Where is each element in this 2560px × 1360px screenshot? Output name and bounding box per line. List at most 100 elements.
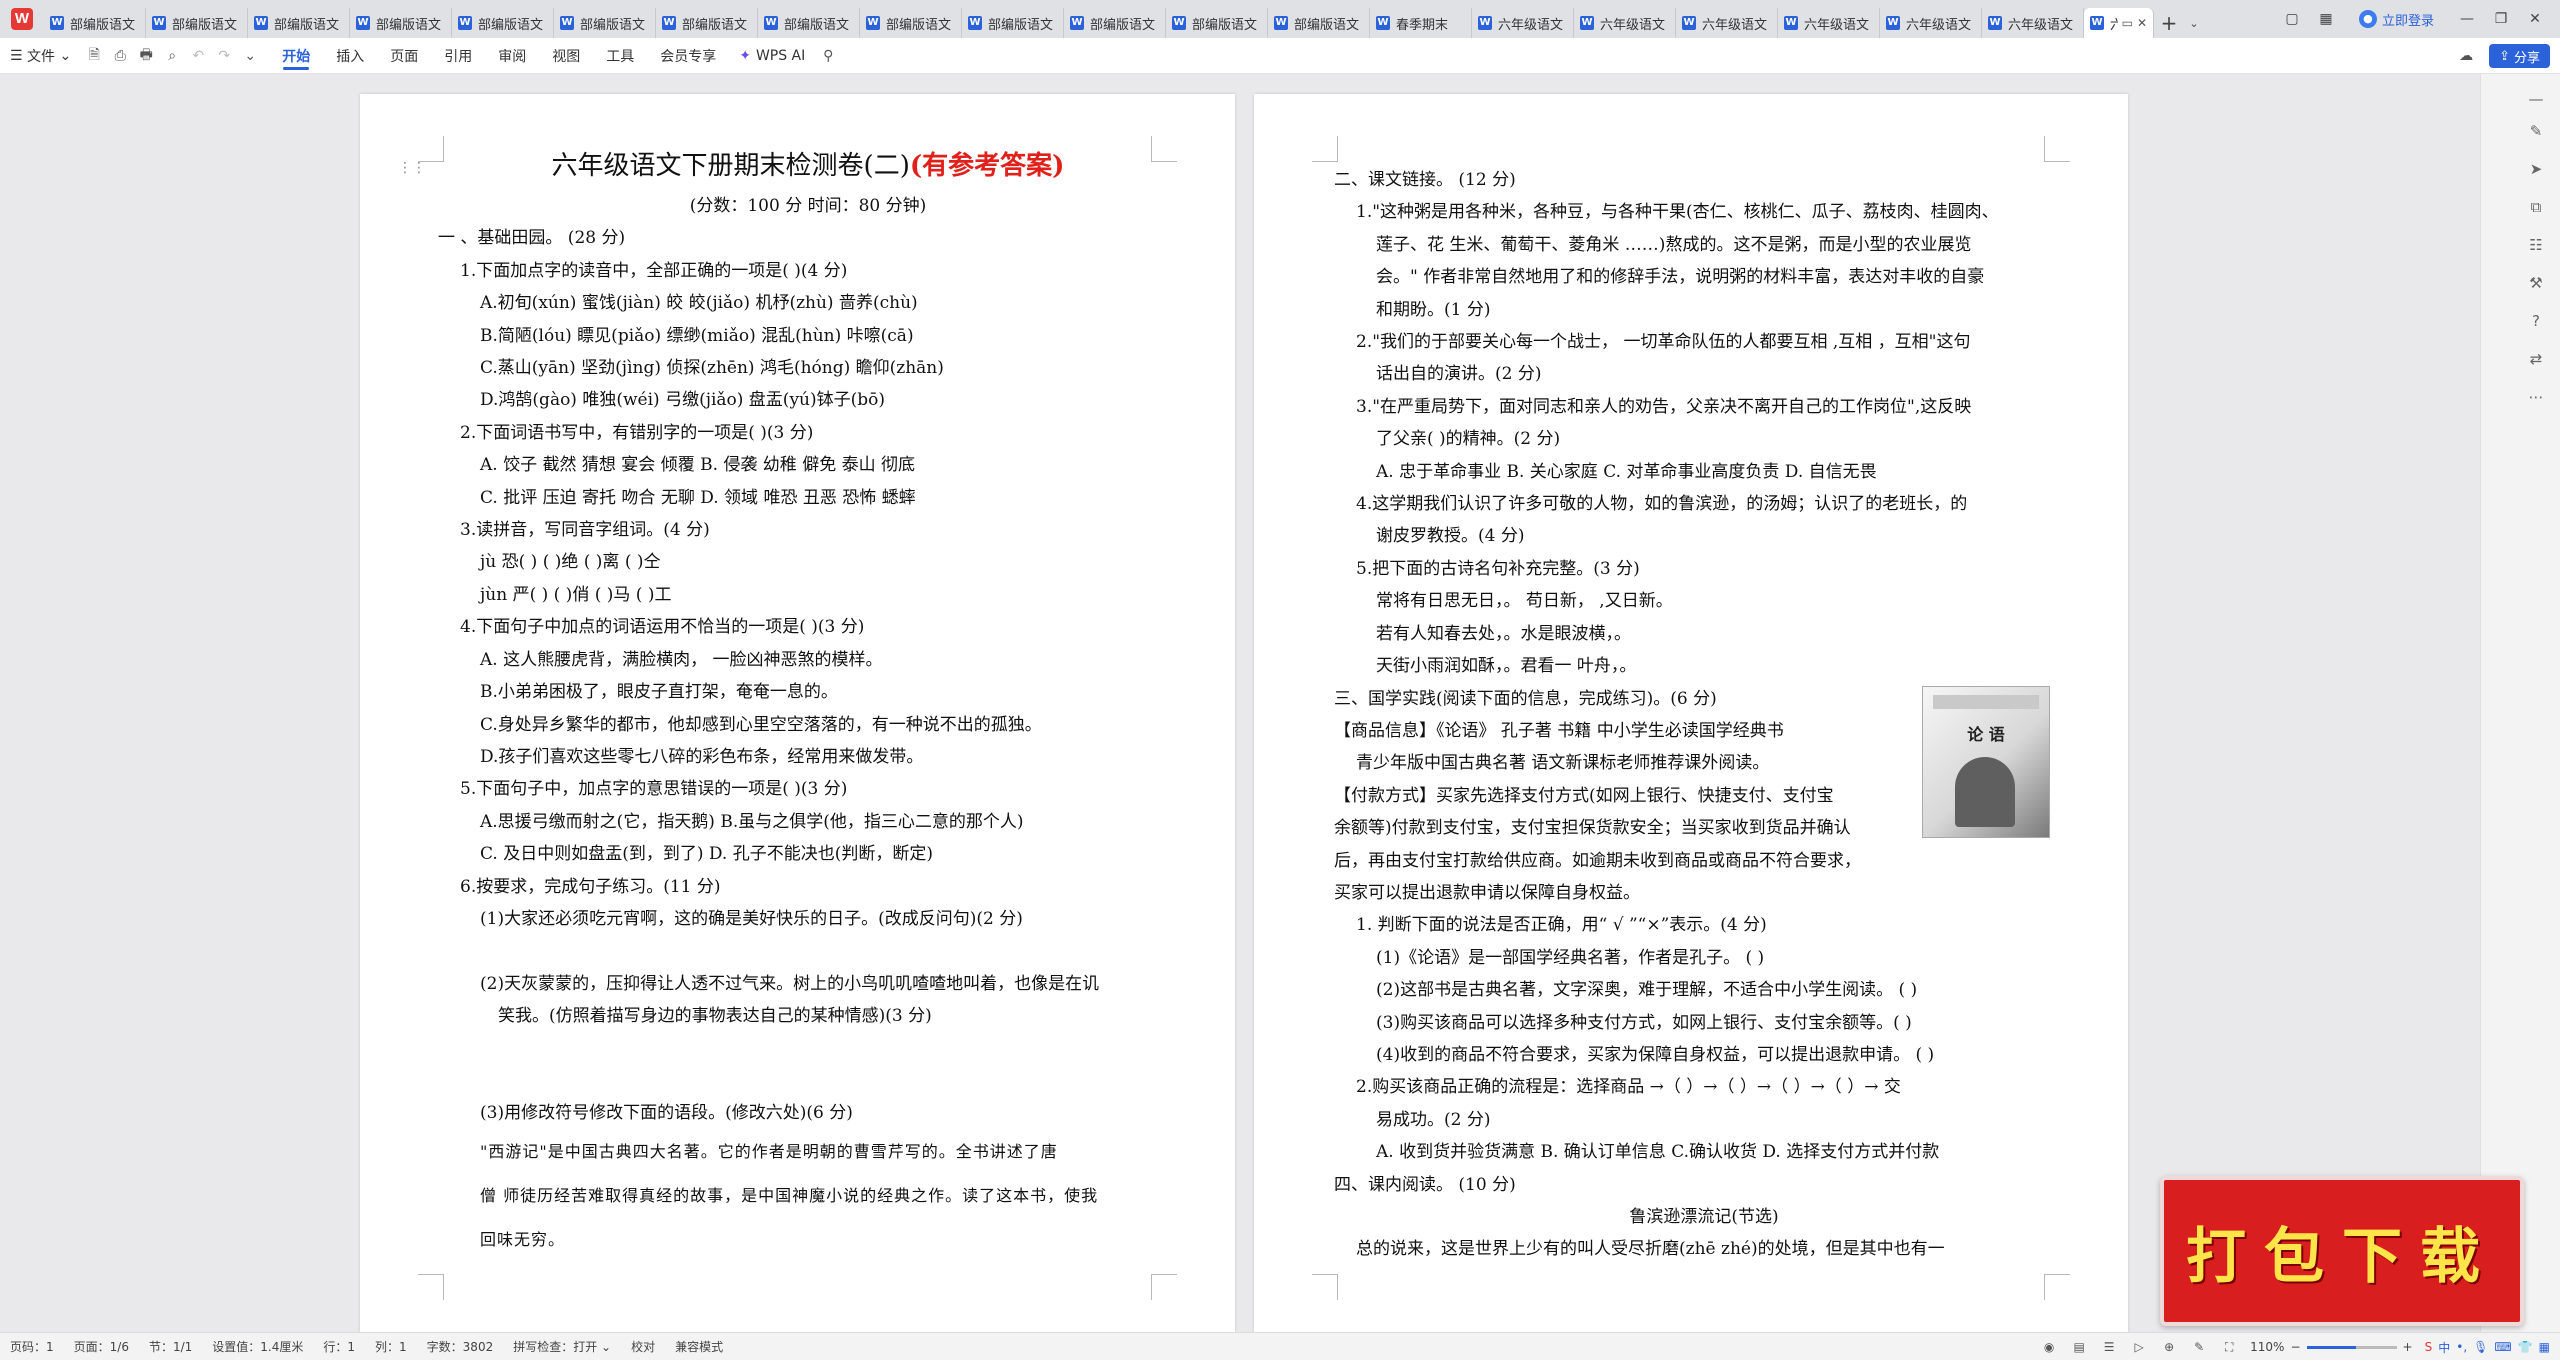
tab-document[interactable]: W 六年级语文: [1472, 8, 1574, 38]
zoom-value[interactable]: 110%: [2250, 1340, 2284, 1354]
tab-document[interactable]: W 部编版语文: [758, 8, 860, 38]
status-page-number[interactable]: 页码：1: [0, 1338, 64, 1355]
punctuation-icon[interactable]: •,: [2456, 1340, 2467, 1354]
tab-document[interactable]: W 六年级语文: [1778, 8, 1880, 38]
tab-active-document[interactable]: W 六年 ▭ ✕: [2084, 8, 2154, 38]
share-button[interactable]: ⇪ 分享: [2489, 44, 2550, 68]
collapse-icon[interactable]: —: [2521, 84, 2551, 114]
cloud-sync-icon[interactable]: ☁: [2453, 38, 2479, 74]
pen-icon[interactable]: ✎: [2521, 116, 2551, 146]
status-col[interactable]: 列：1: [365, 1338, 417, 1355]
ribbon-tab[interactable]: 工具: [593, 38, 647, 74]
margin-corner-mark: [2044, 1274, 2070, 1300]
more-icon[interactable]: ⋯: [2521, 382, 2551, 412]
minimize-icon[interactable]: —: [2452, 4, 2482, 34]
save-icon[interactable]: 🗎: [81, 38, 107, 74]
keyboard-icon[interactable]: ⌨: [2494, 1340, 2511, 1354]
tab-document[interactable]: W 六年级语文: [1982, 8, 2084, 38]
tab-document[interactable]: W 部编版语文: [1268, 8, 1370, 38]
download-promo-banner[interactable]: 打包下载: [2160, 1176, 2524, 1326]
toolbox-icon[interactable]: ⚒: [2521, 268, 2551, 298]
restore-icon[interactable]: ❐: [2486, 4, 2516, 34]
drag-handle-icon[interactable]: ⋮⋮: [398, 160, 426, 176]
status-position[interactable]: 设置值：1.4厘米: [202, 1338, 313, 1355]
status-proofread[interactable]: 校对: [621, 1338, 665, 1355]
tab-document[interactable]: W 部编版语文: [452, 8, 554, 38]
document-line: D.鸿鹄(gào) 唯独(wéi) 弓缴(jiǎo) 盘盂(yú)钵子(bō): [480, 390, 886, 411]
tab-document[interactable]: W 部编版语文: [1064, 8, 1166, 38]
print-preview-icon[interactable]: ⌕: [159, 38, 185, 74]
ribbon-tab[interactable]: 引用: [431, 38, 485, 74]
search-icon[interactable]: ⚲: [815, 38, 841, 74]
status-row[interactable]: 行：1: [313, 1338, 365, 1355]
grid-tray-icon[interactable]: ▦: [2539, 1340, 2550, 1354]
file-menu[interactable]: ☰ 文件 ⌄: [0, 38, 81, 74]
export-pdf-icon[interactable]: ⎙: [107, 38, 133, 74]
ribbon-tab[interactable]: 开始: [269, 38, 323, 74]
redo-icon[interactable]: ↷: [211, 38, 237, 74]
tab-label: 部编版语文: [1192, 17, 1258, 33]
zoom-in-icon[interactable]: +: [2403, 1340, 2413, 1354]
mic-icon[interactable]: 🎙: [2473, 1340, 2488, 1354]
ime-mode[interactable]: 中: [2438, 1339, 2450, 1356]
tab-document[interactable]: W 部编版语文: [1166, 8, 1268, 38]
help-icon[interactable]: ?: [2521, 306, 2551, 336]
status-spellcheck[interactable]: 拼写检查：打开 ⌄: [503, 1338, 621, 1355]
wps-logo-icon[interactable]: W: [0, 0, 44, 38]
close-window-icon[interactable]: ✕: [2520, 4, 2550, 34]
page-view-icon[interactable]: ▤: [2070, 1338, 2088, 1356]
tab-document[interactable]: W 部编版语文: [44, 8, 146, 38]
tab-document[interactable]: W 部编版语文: [350, 8, 452, 38]
play-icon[interactable]: ▷: [2130, 1338, 2148, 1356]
print-icon[interactable]: 🖶: [133, 38, 159, 74]
ribbon-tab[interactable]: 审阅: [485, 38, 539, 74]
zoom-control[interactable]: 110% − +: [2250, 1340, 2412, 1354]
new-tab-button[interactable]: +: [2154, 8, 2184, 38]
web-view-icon[interactable]: ⊕: [2160, 1338, 2178, 1356]
pen-mode-icon[interactable]: ✎: [2190, 1338, 2208, 1356]
fit-icon[interactable]: ⛶: [2220, 1338, 2238, 1356]
outline-view-icon[interactable]: ☰: [2100, 1338, 2118, 1356]
sliders-icon[interactable]: ☷: [2521, 230, 2551, 260]
monitor-icon[interactable]: ▭: [2122, 16, 2133, 30]
login-button[interactable]: ● 立即登录: [2345, 10, 2448, 29]
document-page-2[interactable]: 二、课文链接。 (12 分) 1."这种粥是用各种米，各种豆，与各种干果(杏仁、核…: [1254, 94, 2128, 1332]
tab-document[interactable]: W 春季期末: [1370, 8, 1472, 38]
grid-icon[interactable]: ▦: [2311, 4, 2341, 34]
ribbon-tab[interactable]: 页面: [377, 38, 431, 74]
tab-document[interactable]: W 部编版语文: [962, 8, 1064, 38]
tab-document[interactable]: W 部编版语文: [554, 8, 656, 38]
wps-ai-button[interactable]: ✦ WPS AI: [729, 48, 815, 64]
share-panel-icon[interactable]: ⇄: [2521, 344, 2551, 374]
status-pages[interactable]: 页面：1/6: [64, 1338, 139, 1355]
ribbon-tab[interactable]: 视图: [539, 38, 593, 74]
status-word-count[interactable]: 字数：3802: [417, 1338, 504, 1355]
zoom-slider[interactable]: [2306, 1345, 2397, 1349]
tab-document[interactable]: W 六年级语文: [1676, 8, 1778, 38]
window-layout-icon[interactable]: ▢: [2277, 4, 2307, 34]
document-workspace[interactable]: ⋮⋮ 六年级语文下册期末检测卷(二)(有参考答案) (分数：100 分 时间：8…: [0, 74, 2480, 1332]
tab-document[interactable]: W 部编版语文: [656, 8, 758, 38]
ribbon-tab[interactable]: 会员专享: [647, 38, 729, 74]
tab-document[interactable]: W 部编版语文: [860, 8, 962, 38]
tab-document[interactable]: W 部编版语文: [146, 8, 248, 38]
ribbon-tab[interactable]: 插入: [323, 38, 377, 74]
page-1-text[interactable]: 六年级语文下册期末检测卷(二)(有参考答案) (分数：100 分 时间：80 分…: [438, 142, 1178, 1262]
tab-document[interactable]: W 部编版语文: [248, 8, 350, 38]
undo-icon[interactable]: ↶: [185, 38, 211, 74]
tab-list-chevron-icon[interactable]: ⌄: [2184, 8, 2204, 38]
tab-document[interactable]: W 六年级语文: [1574, 8, 1676, 38]
ime-logo-icon[interactable]: S: [2425, 1340, 2433, 1354]
skin-icon[interactable]: 👕: [2518, 1340, 2533, 1354]
eye-icon[interactable]: ◉: [2040, 1338, 2058, 1356]
margin-corner-mark: [1151, 1274, 1177, 1300]
status-section[interactable]: 节：1/1: [139, 1338, 202, 1355]
tab-document[interactable]: W 六年级语文: [1880, 8, 1982, 38]
login-label: 立即登录: [2381, 13, 2434, 29]
shapes-icon[interactable]: ⧉: [2521, 192, 2551, 222]
more-chevron-icon[interactable]: ⌄: [237, 38, 263, 74]
zoom-out-icon[interactable]: −: [2290, 1340, 2300, 1354]
select-cursor-icon[interactable]: ➤: [2521, 154, 2551, 184]
close-icon[interactable]: ✕: [2137, 16, 2147, 30]
document-page-1[interactable]: ⋮⋮ 六年级语文下册期末检测卷(二)(有参考答案) (分数：100 分 时间：8…: [360, 94, 1235, 1332]
